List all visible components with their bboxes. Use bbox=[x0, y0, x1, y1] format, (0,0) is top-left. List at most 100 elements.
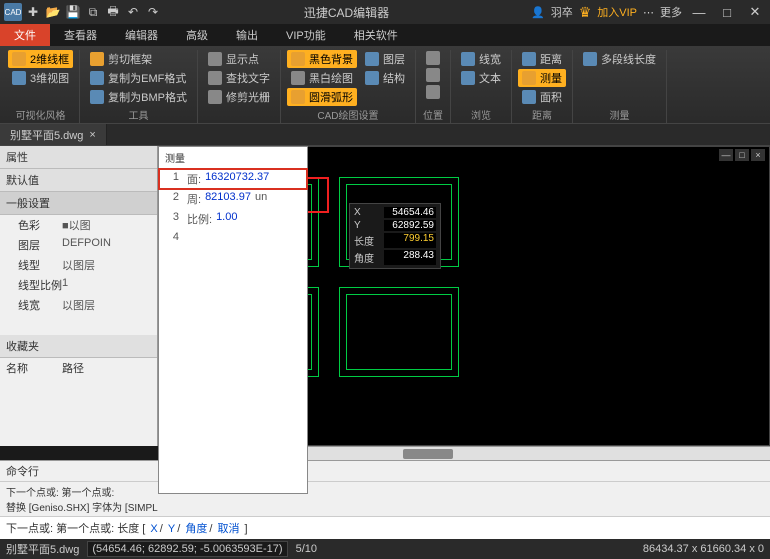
black-bg-button[interactable]: 黑色背景 bbox=[287, 50, 357, 68]
smooth-arc-button[interactable]: 圆滑弧形 bbox=[287, 88, 357, 106]
nav-dn[interactable] bbox=[422, 84, 444, 100]
cmd-opt-cancel[interactable]: 取消 bbox=[217, 523, 239, 535]
col-path: 路径 bbox=[62, 360, 84, 376]
open-icon[interactable]: 📂 bbox=[44, 3, 62, 21]
cmd-opt-x[interactable]: X bbox=[150, 523, 157, 535]
close-tab-icon[interactable]: × bbox=[89, 129, 95, 141]
cmd-opt-y[interactable]: Y bbox=[168, 523, 175, 535]
menu-advanced[interactable]: 高级 bbox=[172, 24, 222, 46]
ribbon: 2维线框 3维视图 可视化风格 剪切框架 复制为EMF格式 复制为BMP格式 工… bbox=[0, 46, 770, 124]
coord-tooltip: X54654.46Y62892.59长度799.15角度288.43 bbox=[349, 203, 441, 269]
command-history: 下一个点或: 第一个点或: 替换 [Geniso.SHX] 字体为 [SIMPL bbox=[0, 482, 770, 516]
new-icon[interactable]: ✚ bbox=[24, 3, 42, 21]
bw-draw-button[interactable]: 黑白绘图 bbox=[287, 69, 357, 87]
menu-editor[interactable]: 编辑器 bbox=[111, 24, 172, 46]
col-name: 名称 bbox=[6, 360, 62, 376]
group-position: 位置 bbox=[422, 106, 444, 123]
struct-button[interactable]: 结构 bbox=[361, 69, 409, 87]
props-general[interactable]: 一般设置 bbox=[0, 192, 157, 215]
crown-icon: ♛ bbox=[579, 4, 592, 21]
command-header: 命令行 bbox=[0, 461, 770, 482]
measure-button[interactable]: 测量 bbox=[518, 69, 566, 87]
props-header: 属性 bbox=[0, 146, 157, 169]
group-measure: 测量 bbox=[579, 106, 660, 123]
show-point-button[interactable]: 显示点 bbox=[204, 50, 274, 68]
measure-row[interactable]: 2周:82103.97un bbox=[159, 189, 307, 209]
copy-emf-button[interactable]: 复制为EMF格式 bbox=[86, 69, 191, 87]
vip-link[interactable]: 加入VIP bbox=[597, 4, 637, 20]
tooltip-row: 长度799.15 bbox=[352, 232, 438, 249]
menu-vip[interactable]: VIP功能 bbox=[272, 24, 340, 46]
nav-up[interactable] bbox=[422, 50, 444, 66]
properties-panel: 属性 默认值 一般设置 色彩■以图图层DEFPOIN线型以图层线型比例1线宽以图… bbox=[0, 146, 158, 446]
canvas-close-icon[interactable]: × bbox=[751, 149, 765, 161]
more-label[interactable]: 更多 bbox=[660, 4, 682, 20]
copy-bmp-button[interactable]: 复制为BMP格式 bbox=[86, 88, 191, 106]
user-icon[interactable]: 👤 bbox=[531, 6, 545, 19]
canvas-min-icon[interactable]: — bbox=[719, 149, 733, 161]
measure-row[interactable]: 1面:16320732.37 bbox=[159, 169, 307, 189]
find-text-button[interactable]: 查找文字 bbox=[204, 69, 274, 87]
close-button[interactable]: ✕ bbox=[744, 1, 766, 23]
measure-panel[interactable]: 测量 1面:16320732.372周:82103.97un3比例:1.004 bbox=[158, 146, 308, 494]
group-visual: 可视化风格 bbox=[8, 106, 73, 123]
maximize-button[interactable]: □ bbox=[716, 1, 738, 23]
props-default: 默认值 bbox=[0, 169, 157, 192]
save-icon[interactable]: 💾 bbox=[64, 3, 82, 21]
group-distance: 距离 bbox=[518, 106, 566, 123]
text-button[interactable]: 文本 bbox=[457, 69, 505, 87]
lineweight-button[interactable]: 线宽 bbox=[457, 50, 505, 68]
canvas-window-controls: — □ × bbox=[719, 149, 765, 161]
group-browse: 浏览 bbox=[457, 106, 505, 123]
status-right: 86434.37 x 61660.34 x 0 bbox=[643, 543, 764, 555]
floorplan-4[interactable] bbox=[339, 287, 459, 377]
redo-icon[interactable]: ↷ bbox=[144, 3, 162, 21]
title-bar: CAD ✚ 📂 💾 ⧉ 🖶 ↶ ↷ 迅捷CAD编辑器 👤 羽卒 ♛ 加入VIP … bbox=[0, 0, 770, 24]
menu-viewer[interactable]: 查看器 bbox=[50, 24, 111, 46]
more-icon[interactable]: ⋯ bbox=[643, 6, 654, 19]
command-input[interactable]: 下一点或: 第一个点或: 长度 [ X/ Y/ 角度/ 取消 ] bbox=[0, 516, 770, 539]
menu-file[interactable]: 文件 bbox=[0, 24, 50, 46]
area-button[interactable]: 面积 bbox=[518, 88, 566, 106]
canvas-max-icon[interactable]: □ bbox=[735, 149, 749, 161]
distance-button[interactable]: 距离 bbox=[518, 50, 566, 68]
status-bar: 别墅平面5.dwg (54654.46; 62892.59; -5.006359… bbox=[0, 539, 770, 559]
status-doc: 别墅平面5.dwg bbox=[6, 541, 79, 557]
polyline-len-button[interactable]: 多段线长度 bbox=[579, 50, 660, 68]
document-tabs: 别墅平面5.dwg× bbox=[0, 124, 770, 146]
saveall-icon[interactable]: ⧉ bbox=[84, 3, 102, 21]
view-3d-button[interactable]: 3维视图 bbox=[8, 69, 73, 87]
app-title: 迅捷CAD编辑器 bbox=[164, 4, 529, 21]
measure-row[interactable]: 4 bbox=[159, 229, 307, 245]
document-tab[interactable]: 别墅平面5.dwg× bbox=[0, 124, 107, 145]
app-icon: CAD bbox=[4, 3, 22, 21]
command-panel: 命令行 下一个点或: 第一个点或: 替换 [Geniso.SHX] 字体为 [S… bbox=[0, 460, 770, 539]
layer-button[interactable]: 图层 bbox=[361, 50, 409, 68]
undo-icon[interactable]: ↶ bbox=[124, 3, 142, 21]
measure-row[interactable]: 3比例:1.00 bbox=[159, 209, 307, 229]
prop-row[interactable]: 线型比例1 bbox=[0, 275, 157, 295]
tooltip-row: 角度288.43 bbox=[352, 249, 438, 266]
group-cad-settings: CAD绘图设置 bbox=[287, 106, 409, 123]
minimize-button[interactable]: — bbox=[688, 1, 710, 23]
cut-frame-button[interactable]: 剪切框架 bbox=[86, 50, 191, 68]
menu-output[interactable]: 输出 bbox=[222, 24, 272, 46]
print-icon[interactable]: 🖶 bbox=[104, 3, 122, 21]
tooltip-row: X54654.46 bbox=[352, 206, 438, 219]
menu-related[interactable]: 相关软件 bbox=[340, 24, 412, 46]
group-tools: 工具 bbox=[86, 106, 191, 123]
prop-row[interactable]: 线宽以图层 bbox=[0, 295, 157, 315]
status-coords: (54654.46; 62892.59; -5.0063593E-17) bbox=[87, 541, 287, 557]
user-name[interactable]: 羽卒 bbox=[551, 4, 573, 20]
nav-mid[interactable] bbox=[422, 67, 444, 83]
wireframe-2d-button[interactable]: 2维线框 bbox=[8, 50, 73, 68]
prop-row[interactable]: 线型以图层 bbox=[0, 255, 157, 275]
menu-bar: 文件 查看器 编辑器 高级 输出 VIP功能 相关软件 bbox=[0, 24, 770, 46]
prop-row[interactable]: 图层DEFPOIN bbox=[0, 235, 157, 255]
prop-row[interactable]: 色彩■以图 bbox=[0, 215, 157, 235]
trim-raster-button[interactable]: 修剪光栅 bbox=[204, 88, 274, 106]
measure-header: 测量 bbox=[159, 147, 307, 169]
status-snap: 5/10 bbox=[296, 543, 317, 555]
cmd-opt-angle[interactable]: 角度 bbox=[185, 523, 207, 535]
favorites-header[interactable]: 收藏夹 bbox=[0, 335, 157, 358]
